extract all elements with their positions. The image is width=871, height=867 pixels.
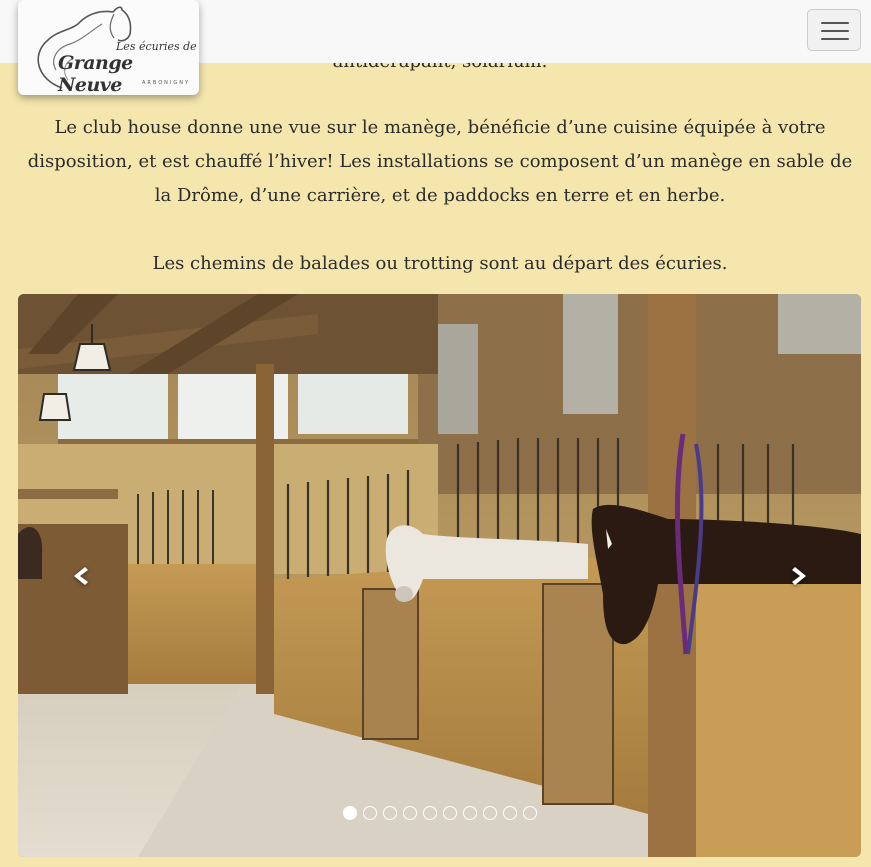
- carousel-indicator-dot[interactable]: [482, 806, 497, 820]
- paragraph-line: la Drôme, d’une carrière, et de paddocks…: [154, 185, 726, 206]
- carousel-indicator-dot[interactable]: [522, 806, 537, 820]
- paragraph-line: Le club house donne une vue sur le manèg…: [54, 117, 826, 138]
- carousel-indicators: [18, 806, 861, 820]
- chevron-left-icon: [74, 567, 88, 585]
- logo-line2: Grange Neuve: [58, 52, 133, 96]
- hamburger-icon: [821, 22, 849, 24]
- hamburger-icon: [821, 30, 849, 32]
- carousel-indicator-dot[interactable]: [362, 806, 377, 820]
- image-carousel: [18, 294, 861, 857]
- hamburger-icon: [821, 38, 849, 40]
- carousel-prev-button[interactable]: [60, 556, 100, 596]
- site-logo[interactable]: Les écuries de Grange Neuve ARBONIGNY: [18, 0, 199, 96]
- logo-line3: ARBONIGNY: [142, 80, 191, 86]
- stable-interior-image: [18, 294, 861, 857]
- carousel-indicator-dot[interactable]: [442, 806, 457, 820]
- carousel-indicator-dot[interactable]: [402, 806, 417, 820]
- menu-toggle-button[interactable]: [807, 9, 861, 51]
- carousel-indicator-dot[interactable]: [382, 806, 397, 820]
- carousel-indicator-dot[interactable]: [462, 806, 477, 820]
- paragraph-line: disposition, et est chauffé l’hiver! Les…: [27, 151, 853, 172]
- carousel-indicator-dot[interactable]: [342, 806, 357, 820]
- chevron-right-icon: [792, 567, 806, 585]
- club-house-paragraph: Le club house donne une vue sur le manèg…: [10, 111, 870, 213]
- trails-paragraph: Les chemins de balades ou trotting sont …: [152, 253, 728, 274]
- carousel-indicator-dot[interactable]: [502, 806, 517, 820]
- carousel-indicator-dot[interactable]: [422, 806, 437, 820]
- carousel-next-button[interactable]: [780, 556, 820, 596]
